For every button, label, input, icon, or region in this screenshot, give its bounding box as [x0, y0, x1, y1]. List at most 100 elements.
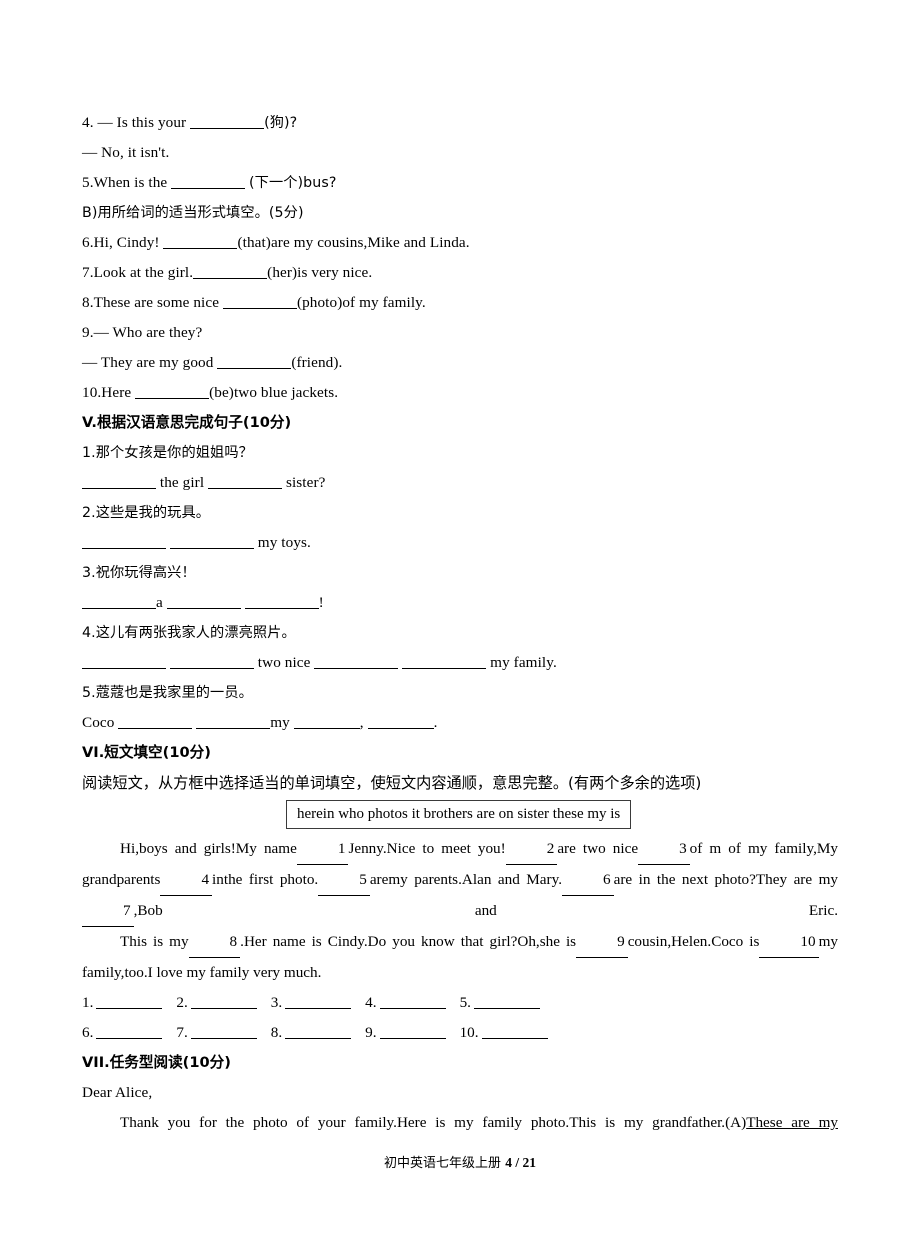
cloze-blank-1[interactable]: 1: [296, 834, 349, 865]
cloze-blank-4[interactable]: 4: [160, 865, 213, 896]
cloze-blank-8[interactable]: 8: [188, 927, 241, 958]
question-9-text-after: (friend).: [291, 354, 343, 371]
blank[interactable]: [193, 265, 268, 279]
page-body: 4. — Is this your (狗)? — No, it isn't. 5…: [82, 108, 838, 1138]
text-segment: ,Bob and Eric.: [133, 902, 838, 919]
text-segment: are two nice: [557, 840, 639, 857]
word-bank: herein who photos it brothers are on sis…: [286, 800, 632, 829]
text-segment: cousin,Helen.Coco is: [627, 933, 760, 950]
question-4-text-before: 4. — Is this your: [82, 114, 191, 131]
question-7-text-before: 7.Look at the girl.: [82, 264, 194, 281]
blank[interactable]: [169, 535, 254, 549]
blank[interactable]: [166, 595, 241, 609]
question-5-text-before: 5.When is the: [82, 174, 172, 191]
cloze-blank-9[interactable]: 9: [576, 927, 628, 958]
blank[interactable]: [190, 115, 265, 129]
blank[interactable]: [169, 655, 254, 669]
section-v-item-5-answer: Coco my , .: [82, 708, 838, 738]
section-v-item-4-answer: two nice my family.: [82, 648, 838, 678]
question-8-text-after: (photo)of my family.: [296, 294, 426, 311]
section-v-item-5-chinese: 5.蔻蔻也是我家里的一员。: [82, 685, 253, 701]
text-segment: Jenny.Nice to meet you!: [348, 840, 506, 857]
cloze-blank-5[interactable]: 5: [318, 865, 370, 896]
text-segment: aremy parents.Alan and Mary.: [369, 871, 562, 888]
blank[interactable]: [82, 475, 156, 489]
blank[interactable]: [222, 295, 297, 309]
blank[interactable]: [118, 715, 193, 729]
exam-page: 4. — Is this your (狗)? — No, it isn't. 5…: [0, 0, 920, 1249]
blank[interactable]: [196, 715, 271, 729]
answer-blank[interactable]: [285, 995, 352, 1009]
cloze-blank-6[interactable]: 6: [562, 865, 614, 896]
cloze-blank-10[interactable]: 10: [759, 927, 819, 958]
question-8-text-before: 8.These are some nice: [82, 294, 223, 311]
section-v-heading-text: V.根据汉语意思完成句子(10分): [82, 414, 292, 431]
blank[interactable]: [208, 475, 283, 489]
answer-row-2: 6. 7. 8. 9. 10.: [82, 1018, 838, 1048]
answer-row-1: 1. 2. 3. 4. 5.: [82, 988, 838, 1018]
answer-blank[interactable]: [379, 1025, 446, 1039]
section-vi-heading-text: VI.短文填空(10分): [82, 744, 211, 761]
answer-blank[interactable]: [379, 995, 446, 1009]
question-9-text-before: — They are my good: [82, 354, 218, 371]
blank[interactable]: [244, 595, 319, 609]
cloze-blank-2[interactable]: 2: [505, 834, 558, 865]
page-footer: 初中英语七年级上册 4 / 21: [0, 1152, 920, 1171]
section-v-heading: V.根据汉语意思完成句子(10分): [82, 408, 838, 438]
answer-number: 4.: [365, 994, 377, 1011]
question-8: 8.These are some nice (photo)of my famil…: [82, 288, 838, 318]
question-7: 7.Look at the girl. (her)is very nice.: [82, 258, 838, 288]
blank[interactable]: [217, 355, 292, 369]
answer-blank[interactable]: [190, 1025, 257, 1039]
text-segment: the girl: [156, 474, 209, 491]
blank[interactable]: [163, 235, 238, 249]
question-9-line-2: — They are my good (friend).: [82, 348, 838, 378]
question-6: 6.Hi, Cindy! (that)are my cousins,Mike a…: [82, 228, 838, 258]
answer-blank[interactable]: [96, 995, 163, 1009]
blank[interactable]: [135, 385, 210, 399]
text-segment: sister?: [282, 474, 326, 491]
answer-blank[interactable]: [190, 995, 257, 1009]
text-segment: .: [433, 714, 438, 731]
text-segment: inthe first photo.: [212, 871, 319, 888]
subsection-b-heading: B)用所给词的适当形式填空。(5分): [82, 205, 304, 221]
answer-number: 5.: [459, 994, 471, 1011]
answer-number: 7.: [176, 1024, 188, 1041]
blank[interactable]: [314, 655, 399, 669]
text-segment: two nice: [253, 654, 315, 671]
answer-blank[interactable]: [481, 1025, 548, 1039]
answer-blank[interactable]: [96, 1025, 163, 1039]
section-v-item-4-chinese: 4.这儿有两张我家人的漂亮照片。: [82, 625, 296, 641]
blank[interactable]: [82, 595, 156, 609]
section-vii-heading: VII.任务型阅读(10分): [82, 1048, 838, 1078]
cloze-blank-3[interactable]: 3: [638, 834, 690, 865]
question-4-line-2: — No, it isn't.: [82, 144, 170, 161]
text-segment: !: [318, 594, 324, 611]
section-vii-heading-text: VII.任务型阅读(10分): [82, 1054, 231, 1071]
footer-page-number: 4 / 21: [505, 1155, 536, 1170]
section-v-item-2-chinese: 2.这些是我的玩具。: [82, 505, 211, 521]
answer-blank[interactable]: [285, 1025, 352, 1039]
question-7-text-after: (her)is very nice.: [267, 264, 373, 281]
blank[interactable]: [82, 535, 166, 549]
blank[interactable]: [171, 175, 246, 189]
answer-number: 6.: [82, 1024, 94, 1041]
section-v-item-3-answer: a !: [82, 588, 838, 618]
question-4-hint: (狗)?: [264, 115, 298, 131]
answer-blank[interactable]: [473, 995, 540, 1009]
text-segment: are in the next photo?They are my: [613, 871, 838, 888]
answer-number: 1.: [82, 994, 94, 1011]
section-v-item-1-chinese: 1.那个女孩是你的姐姐吗？: [82, 445, 253, 461]
question-4-line-1: 4. — Is this your (狗)?: [82, 108, 838, 138]
question-6-text-before: 6.Hi, Cindy!: [82, 234, 164, 251]
cloze-blank-7[interactable]: 7: [82, 896, 134, 927]
underlined-sentence-a: These are my: [746, 1114, 838, 1131]
answer-number: 9.: [365, 1024, 377, 1041]
answer-number: 3.: [270, 994, 283, 1011]
blank[interactable]: [402, 655, 487, 669]
blank[interactable]: [367, 715, 434, 729]
section-vi-instruction: 阅读短文，从方框中选择适当的单词填空，使短文内容通顺，意思完整。(有两个多余的选…: [82, 774, 702, 792]
text-segment: Thank you for the photo of your family.H…: [120, 1114, 747, 1131]
blank[interactable]: [293, 715, 360, 729]
blank[interactable]: [82, 655, 166, 669]
